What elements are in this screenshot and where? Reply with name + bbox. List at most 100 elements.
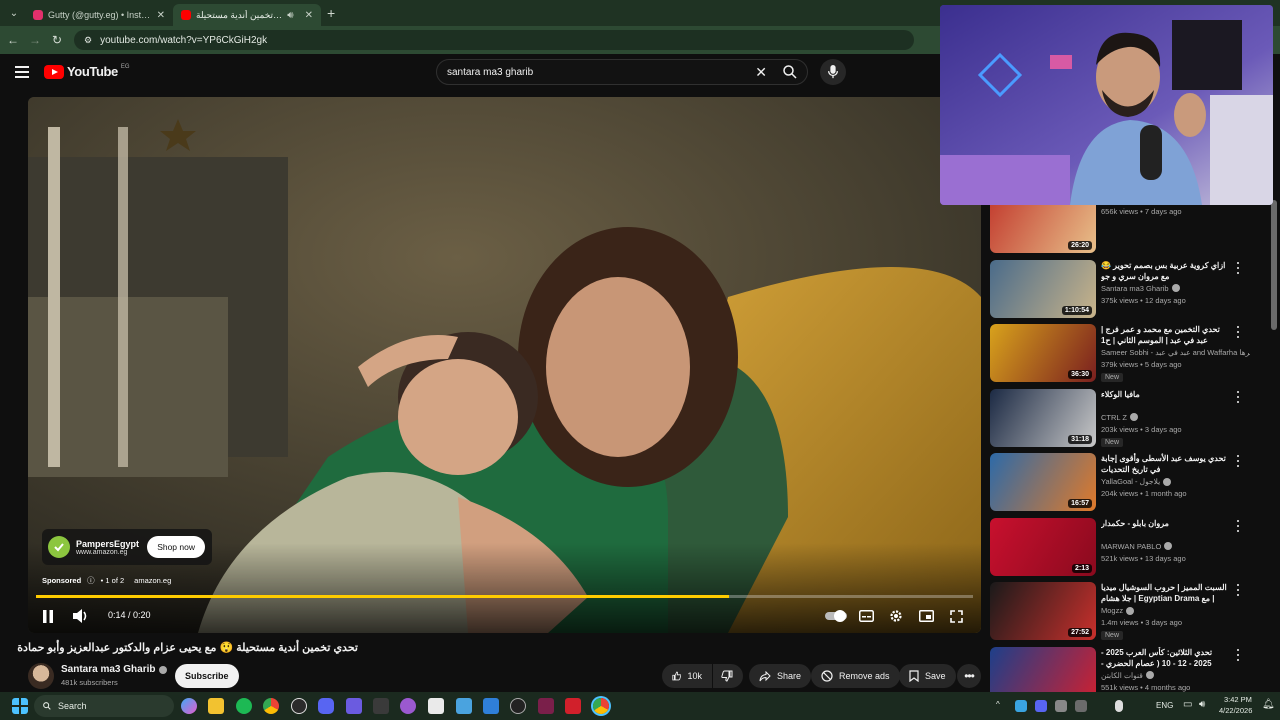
dislike-button[interactable]: [713, 664, 743, 688]
related-video-title[interactable]: مافيا الوكلاء: [1101, 389, 1227, 400]
youtube-logo[interactable]: YouTube EG: [44, 64, 130, 79]
subtitles-button[interactable]: [858, 609, 874, 623]
apps-grid-icon[interactable]: [346, 698, 362, 714]
new-tab-button[interactable]: +: [327, 5, 335, 21]
speaker-icon[interactable]: 🔊︎: [1199, 699, 1205, 710]
ad-card[interactable]: PampersEgypt www.amazon.eg Shop now: [42, 529, 212, 565]
settings-button[interactable]: [888, 608, 904, 624]
like-button[interactable]: 10k: [662, 664, 712, 688]
app-purple-icon[interactable]: [400, 698, 416, 714]
related-video-item[interactable]: 2:13 مروان بابلو - حكمدار MARWAN PABLO 521k…: [990, 514, 1250, 576]
related-video-item[interactable]: تحدي الثلاثين: كأس العرب 2025 - 2025 - 1…: [990, 643, 1250, 692]
related-video-title[interactable]: تحدي الثلاثين: كأس العرب 2025 - 2025 - 1…: [1101, 647, 1227, 669]
video-player[interactable]: PampersEgypt www.amazon.eg Shop now Spon…: [28, 97, 981, 633]
related-video-item[interactable]: 36:30 تحدي التخمين مع محمد و عمر فرج | عب…: [990, 320, 1250, 382]
menu-icon[interactable]: [15, 66, 29, 78]
more-vertical-icon[interactable]: [1234, 261, 1242, 274]
related-video-item[interactable]: 16:57 تحدي يوسف عبد الأسطى وأقوى إجابة في…: [990, 449, 1250, 511]
tray-app3-icon[interactable]: [1075, 700, 1087, 712]
autoplay-toggle[interactable]: [825, 610, 847, 622]
more-vertical-icon[interactable]: [1234, 455, 1242, 467]
obs-icon[interactable]: [291, 698, 307, 714]
pause-button[interactable]: [40, 608, 56, 624]
related-video-item[interactable]: 26:203li Boltx656k views • 7 days ago: [990, 200, 1250, 253]
chrome-icon[interactable]: [263, 698, 279, 714]
more-actions-button[interactable]: •••: [957, 664, 981, 688]
more-vertical-icon[interactable]: [1234, 390, 1242, 403]
acrobat-icon[interactable]: [565, 698, 581, 714]
language-indicator[interactable]: ENG: [1156, 701, 1173, 710]
more-vertical-icon[interactable]: [1234, 326, 1242, 338]
search-input[interactable]: santara ma3 gharib ✕: [436, 59, 808, 85]
notepad-icon[interactable]: [428, 698, 444, 714]
more-vertical-icon[interactable]: [1234, 584, 1242, 596]
share-button[interactable]: Share: [749, 664, 812, 688]
ad-site-link[interactable]: amazon.eg: [134, 576, 171, 585]
site-info-icon[interactable]: ⚙︎: [84, 35, 92, 46]
related-video-title[interactable]: السبت المميز | حروب السوشيال ميديا | مع …: [1101, 582, 1227, 604]
related-video-channel[interactable]: CTRL Z: [1101, 413, 1138, 422]
remove-ads-button[interactable]: Remove ads: [811, 664, 900, 688]
related-video-channel[interactable]: Mogzz: [1101, 606, 1135, 615]
related-video-title[interactable]: مروان بابلو - حكمدار: [1101, 518, 1227, 529]
tray-mic-icon[interactable]: [1115, 700, 1123, 712]
info-icon[interactable]: ⓘ: [87, 575, 95, 586]
chrome-active-icon[interactable]: [593, 698, 609, 714]
tray-app2-icon[interactable]: [1055, 700, 1067, 712]
copilot-icon[interactable]: [181, 698, 197, 714]
discord-icon[interactable]: [318, 698, 334, 714]
related-video-channel[interactable]: Sameer Sobhi - عبد في عبد and Waffarha و…: [1101, 348, 1250, 357]
more-vertical-icon[interactable]: [1234, 519, 1242, 532]
related-video-title[interactable]: تحدي التخمين مع محمد و عمر فرج | عبد في …: [1101, 324, 1227, 346]
forward-icon[interactable]: →: [24, 33, 46, 47]
sidebar-scrollbar[interactable]: [1271, 200, 1277, 330]
notification-bell-icon[interactable]: 🔔︎: [1262, 699, 1275, 710]
channel-name-link[interactable]: Santara ma3 Gharib: [61, 664, 168, 675]
clock-date[interactable]: 4/22/2026: [1219, 706, 1252, 715]
clock-time[interactable]: 3:42 PM: [1224, 695, 1252, 704]
file-explorer-icon[interactable]: [208, 698, 224, 714]
network-icon[interactable]: ▭: [1183, 699, 1192, 710]
tab-youtube[interactable]: تحدي تخمين أندية مستحيلة 🔊︎ ✕: [173, 4, 321, 26]
video-thumbnail[interactable]: 36:30: [990, 324, 1096, 382]
taskbar-search[interactable]: Search: [34, 695, 174, 717]
close-tab-icon[interactable]: ✕: [157, 10, 165, 21]
gamepad-icon[interactable]: [456, 698, 472, 714]
back-icon[interactable]: ←: [2, 33, 24, 47]
video-thumbnail[interactable]: 26:20: [990, 200, 1096, 253]
reload-icon[interactable]: ↻: [46, 33, 68, 47]
speaker-icon[interactable]: 🔊︎: [287, 10, 293, 21]
related-video-channel[interactable]: YallaGoal - يلاجول: [1101, 477, 1172, 486]
tab-search-chevron-icon[interactable]: ⌄: [3, 2, 25, 24]
related-video-title[interactable]: تحدي يوسف عبد الأسطى وأقوى إجابة في تاري…: [1101, 453, 1227, 475]
close-tab-icon[interactable]: ✕: [305, 10, 313, 21]
tray-chevron-icon[interactable]: ^: [996, 700, 1000, 709]
tray-app-icon[interactable]: [1015, 700, 1027, 712]
related-video-channel[interactable]: MARWAN PABLO: [1101, 542, 1173, 551]
fullscreen-button[interactable]: [948, 608, 964, 624]
volume-button[interactable]: [72, 608, 90, 624]
windows-start-icon[interactable]: [12, 698, 28, 714]
related-video-item[interactable]: 1:10:54 ازاي كروية عربية بس بصمم تحوير 😂 …: [990, 256, 1250, 318]
url-bar[interactable]: ⚙︎ youtube.com/watch?v=YP6CkGiH2gk: [74, 30, 914, 50]
save-button[interactable]: Save: [899, 664, 956, 688]
app-dark-icon[interactable]: [510, 698, 526, 714]
tray-discord-icon[interactable]: [1035, 700, 1047, 712]
shop-now-button[interactable]: Shop now: [147, 536, 205, 558]
related-video-channel[interactable]: Santara ma3 Gharib: [1101, 284, 1180, 293]
app-magenta-icon[interactable]: [538, 698, 554, 714]
clear-search-icon[interactable]: ✕: [755, 64, 767, 81]
video-thumbnail[interactable]: 1:10:54: [990, 259, 1096, 318]
video-thumbnail[interactable]: [990, 646, 1096, 692]
related-video-title[interactable]: ازاي كروية عربية بس بصمم تحوير 😂 مع مروا…: [1101, 260, 1227, 282]
channel-avatar[interactable]: [28, 663, 54, 689]
video-thumbnail[interactable]: 2:13: [990, 517, 1096, 576]
more-vertical-icon[interactable]: [1234, 648, 1242, 661]
video-thumbnail[interactable]: 31:18: [990, 388, 1096, 447]
subscribe-button[interactable]: Subscribe: [175, 664, 239, 688]
related-video-channel[interactable]: قنوات الكابتن: [1101, 671, 1154, 680]
related-video-item[interactable]: 27:52 السبت المميز | حروب السوشيال ميديا …: [990, 578, 1250, 640]
search-icon[interactable]: [781, 63, 799, 81]
tab-instagram[interactable]: Gutty (@gutty.eg) • Instagram ... ✕: [25, 4, 173, 26]
video-thumbnail[interactable]: 27:52: [990, 582, 1096, 640]
